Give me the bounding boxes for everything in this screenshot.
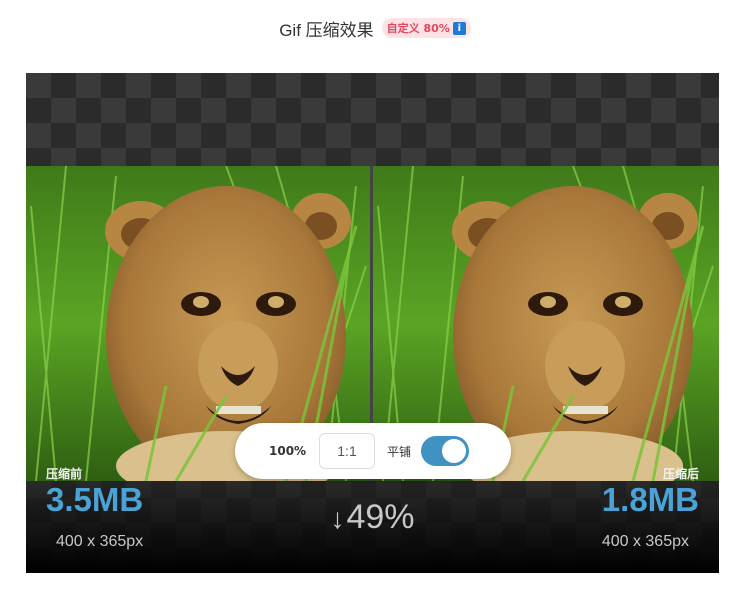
before-label: 压缩前 — [46, 467, 83, 481]
before-dimensions: 400 x 365px — [56, 533, 144, 550]
tile-label: 平铺 — [387, 444, 412, 459]
zoom-level: 100% — [269, 444, 307, 458]
size-reduction: ↓49% — [26, 498, 719, 537]
view-controls: 100% 1:1 平铺 — [235, 423, 511, 479]
badge-label: 自定义 80% — [386, 22, 450, 35]
compression-level-badge[interactable]: 自定义 80% i — [381, 18, 471, 38]
actual-size-button[interactable]: 1:1 — [319, 433, 375, 469]
reduction-percent: 49% — [346, 498, 415, 536]
info-icon[interactable]: i — [452, 21, 466, 35]
tile-toggle[interactable] — [421, 436, 470, 466]
arrow-down-icon: ↓ — [330, 503, 345, 534]
after-label: 压缩后 — [662, 467, 699, 481]
page-title: Gif 压缩效果 — [279, 20, 374, 40]
header: Gif 压缩效果 自定义 80% i — [0, 14, 750, 42]
after-dimensions: 400 x 365px — [601, 533, 689, 550]
comparison-stage: 压缩前 压缩后 3.5MB 1.8MB ↓49% 400 x 365px 400… — [26, 73, 719, 573]
toggle-knob — [442, 439, 467, 463]
